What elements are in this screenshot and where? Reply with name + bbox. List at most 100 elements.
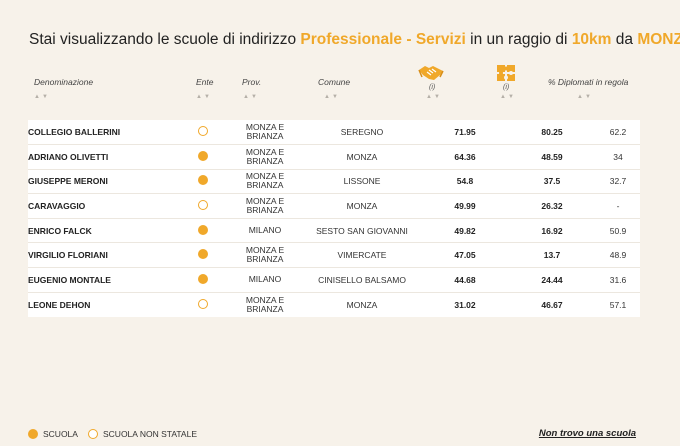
table-row[interactable]: GIUSEPPE MERONI MONZA E BRIANZA LISSONE 54.8…	[28, 169, 640, 194]
sort-col1-icon[interactable]: ▲▼	[426, 94, 442, 100]
ente-cell	[178, 268, 228, 293]
col1-info[interactable]: (i)	[429, 84, 435, 91]
prov-cell: MONZA E BRIANZA	[228, 120, 302, 145]
comune-cell: SESTO SAN GIOVANNI	[316, 225, 408, 236]
sort-prov-icon[interactable]: ▲▼	[243, 94, 259, 100]
prov-cell: MONZA E BRIANZA	[228, 243, 302, 268]
title-raggio: 10km	[571, 31, 612, 48]
title-city: MONZA	[637, 31, 680, 48]
sort-comune-icon[interactable]: ▲▼	[324, 94, 340, 100]
title-da: da	[615, 31, 634, 48]
col1-value: 49.99	[454, 201, 476, 212]
prov-line: BRIANZA	[246, 131, 284, 142]
school-name[interactable]: LEONE DEHON	[28, 292, 178, 317]
diplomati-value: -	[616, 201, 620, 212]
prov-cell: MILANO	[228, 268, 302, 293]
prov-cell: MONZA E BRIANZA	[228, 292, 302, 317]
col2-value: 80.25	[541, 127, 563, 138]
col2-value: 37.5	[543, 176, 561, 187]
statale-dot-icon	[198, 249, 208, 260]
statale-dot-icon	[198, 224, 208, 235]
schools-table: COLLEGIO BALLERINI MONZA E BRIANZA SEREGNO 7…	[28, 120, 640, 317]
non-statale-dot-icon	[88, 429, 98, 439]
prov-line: BRIANZA	[246, 303, 284, 314]
comune-cell: MONZA	[346, 299, 378, 310]
ente-cell	[178, 243, 228, 268]
ente-cell	[178, 292, 228, 317]
col2-value: 13.7	[543, 250, 561, 261]
statale-dot-icon	[198, 150, 208, 161]
non-statale-dot-icon	[198, 126, 208, 137]
col1-value: 64.36	[454, 151, 476, 162]
prov-cell: MILANO	[228, 218, 302, 243]
col2-value: 24.44	[541, 274, 563, 285]
sort-denominazione-icon[interactable]: ▲▼	[34, 94, 50, 100]
col2-info[interactable]: (i)	[503, 84, 509, 91]
school-name[interactable]: ENRICO FALCK	[28, 218, 178, 243]
col2-value: 48.59	[541, 151, 563, 162]
comune-cell: SEREGNO	[340, 127, 384, 138]
ente-cell	[178, 145, 228, 170]
col-ente[interactable]: Ente	[196, 77, 214, 87]
ente-cell	[178, 169, 228, 194]
col-diplomati[interactable]: % Diplomati in regola	[548, 77, 628, 87]
table-row[interactable]: COLLEGIO BALLERINI MONZA E BRIANZA SEREGNO 7…	[28, 120, 640, 145]
table-row[interactable]: VIRGILIO FLORIANI MONZA E BRIANZA VIMERCATE…	[28, 242, 640, 268]
col2-value: 26.32	[541, 201, 563, 212]
legend-non-statale: SCUOLA NON STATALE	[88, 429, 197, 439]
school-name[interactable]: EUGENIO MONTALE	[28, 268, 178, 293]
col1-value: 31.02	[454, 299, 476, 310]
col2-value: 46.67	[541, 299, 563, 310]
sort-col2-icon[interactable]: ▲▼	[500, 94, 516, 100]
page-title: Stai visualizzando le scuole di indirizz…	[29, 31, 680, 49]
school-name[interactable]: VIRGILIO FLORIANI	[28, 243, 178, 268]
diplomati-value: 32.7	[609, 176, 627, 187]
ente-cell	[178, 194, 228, 219]
col-prov[interactable]: Prov.	[242, 77, 261, 87]
ente-cell	[178, 120, 228, 145]
comune-cell: MONZA	[346, 151, 378, 162]
title-middle: in un raggio di	[470, 31, 568, 48]
diplomati-value: 62.2	[609, 127, 627, 138]
non-trovo-link[interactable]: Non trovo una scuola	[539, 428, 636, 439]
legend-non-statale-label: SCUOLA NON STATALE	[103, 429, 197, 439]
comune-cell: VIMERCATE	[337, 250, 387, 261]
title-indirizzo: Professionale - Servizi	[300, 31, 466, 48]
col-comune[interactable]: Comune	[318, 77, 350, 87]
table-row[interactable]: CARAVAGGIO MONZA E BRIANZA MONZA 49.99 26.32 -	[28, 193, 640, 219]
col1-value: 54.8	[456, 176, 474, 187]
legend-statale-label: SCUOLA	[43, 429, 78, 439]
school-name[interactable]: ADRIANO OLIVETTI	[28, 145, 178, 170]
col1-value: 49.82	[454, 225, 476, 236]
prov-cell: MONZA E BRIANZA	[228, 169, 302, 194]
puzzle-icon[interactable]	[494, 62, 520, 86]
legend-statale: SCUOLA	[28, 429, 78, 439]
diplomati-value: 50.9	[609, 225, 627, 236]
col1-value: 71.95	[454, 127, 476, 138]
col1-value: 47.05	[454, 250, 476, 261]
prov-line: BRIANZA	[246, 155, 284, 166]
col1-value: 44.68	[454, 274, 476, 285]
handshake-icon[interactable]	[418, 62, 444, 86]
diplomati-value: 31.6	[609, 274, 627, 285]
table-row[interactable]: EUGENIO MONTALE MILANO CINISELLO BALSAMO 44…	[28, 267, 640, 293]
prov-line: BRIANZA	[246, 180, 284, 191]
prov-cell: MONZA E BRIANZA	[228, 194, 302, 219]
non-statale-dot-icon	[198, 200, 208, 211]
sort-ente-icon[interactable]: ▲▼	[196, 94, 212, 100]
table-row[interactable]: ADRIANO OLIVETTI MONZA E BRIANZA MONZA 64.36…	[28, 144, 640, 170]
statale-dot-icon	[198, 273, 208, 284]
school-name[interactable]: GIUSEPPE MERONI	[28, 169, 178, 194]
school-name[interactable]: COLLEGIO BALLERINI	[28, 120, 178, 145]
ente-cell	[178, 218, 228, 243]
school-name[interactable]: CARAVAGGIO	[28, 194, 178, 219]
col-denominazione[interactable]: Denominazione	[34, 77, 93, 87]
diplomati-value: 34	[613, 151, 623, 162]
title-prefix: Stai visualizzando le scuole di indirizz…	[29, 31, 297, 48]
diplomati-value: 48.9	[609, 250, 627, 261]
col2-value: 16.92	[541, 225, 563, 236]
table-row[interactable]: LEONE DEHON MONZA E BRIANZA MONZA 31.02 46.67…	[28, 292, 640, 317]
sort-diplomati-icon[interactable]: ▲▼	[577, 94, 593, 100]
table-row[interactable]: ENRICO FALCK MILANO SESTO SAN GIOVANNI 49.8…	[28, 218, 640, 243]
prov-line: BRIANZA	[246, 205, 284, 216]
